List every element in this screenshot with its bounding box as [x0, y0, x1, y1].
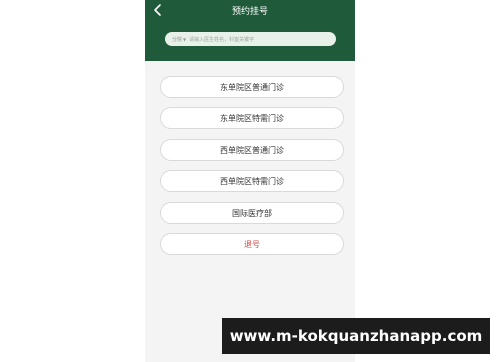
phone-screen: 预约挂号 分院 ▼ 请输入医生姓名，科室关键字 东单院区普通门诊 东单院区特需门…: [145, 0, 355, 362]
scope-dropdown[interactable]: 分院 ▼: [165, 36, 189, 43]
menu-button-international[interactable]: 国际医疗部: [160, 202, 344, 224]
search-bar[interactable]: 分院 ▼ 请输入医生姓名，科室关键字: [165, 32, 336, 46]
caret-down-icon: ▼: [183, 36, 187, 42]
menu-button-xidan-general[interactable]: 西单院区普通门诊: [160, 139, 344, 161]
menu-button-xidan-special[interactable]: 西单院区特需门诊: [160, 170, 344, 192]
scope-label: 分院: [172, 36, 183, 43]
menu-button-dongdan-general[interactable]: 东单院区普通门诊: [160, 76, 344, 98]
menu-button-cancel-registration[interactable]: 退号: [160, 233, 344, 255]
page-title: 预约挂号: [231, 7, 268, 17]
menu-button-dongdan-special[interactable]: 东单院区特需门诊: [160, 107, 344, 129]
header-bar: 预约挂号 分院 ▼ 请输入医生姓名，科室关键字: [145, 0, 355, 61]
watermark-banner: www.m-kokquanzhanapp.com: [222, 318, 490, 354]
search-input[interactable]: 请输入医生姓名，科室关键字: [189, 36, 254, 43]
